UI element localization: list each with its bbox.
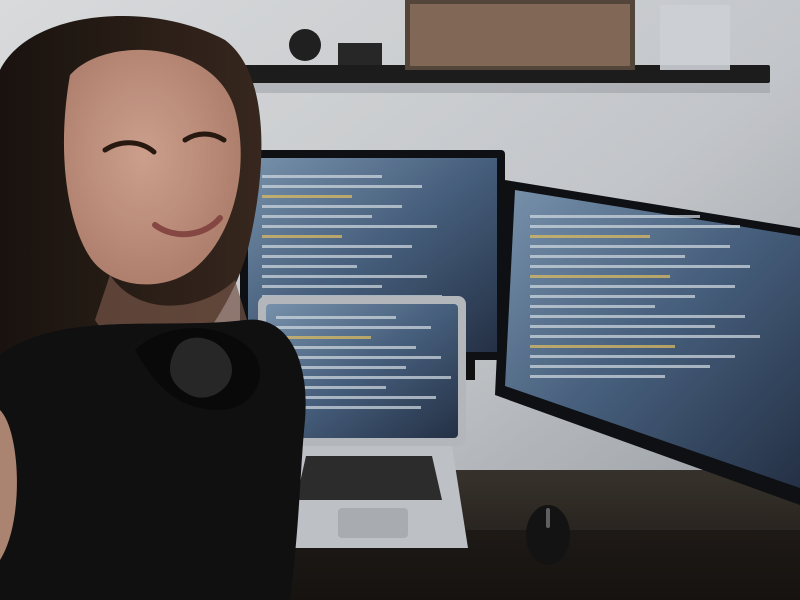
photo-scene: [0, 0, 800, 600]
vignette: [0, 0, 800, 600]
